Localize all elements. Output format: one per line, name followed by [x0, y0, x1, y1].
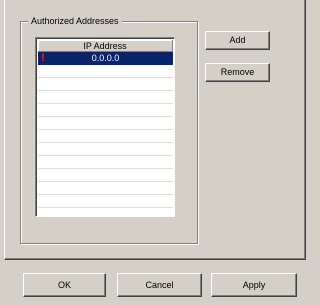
add-button[interactable]: Add — [205, 31, 270, 50]
apply-button[interactable]: Apply — [211, 273, 297, 297]
column-header-ip-address[interactable]: IP Address — [38, 40, 173, 52]
remove-button[interactable]: Remove — [205, 63, 270, 82]
warning-flag-icon: ! — [41, 52, 45, 64]
ok-button[interactable]: OK — [23, 273, 106, 297]
ip-address-list[interactable]: IP Address ! 0.0.0.0 — [35, 37, 175, 217]
authorized-addresses-title: Authorized Addresses — [28, 14, 122, 28]
list-rows: ! 0.0.0.0 — [38, 52, 173, 215]
table-row[interactable]: ! 0.0.0.0 — [38, 52, 173, 65]
ip-address-cell: 0.0.0.0 — [91, 53, 120, 63]
cancel-button[interactable]: Cancel — [117, 273, 202, 297]
